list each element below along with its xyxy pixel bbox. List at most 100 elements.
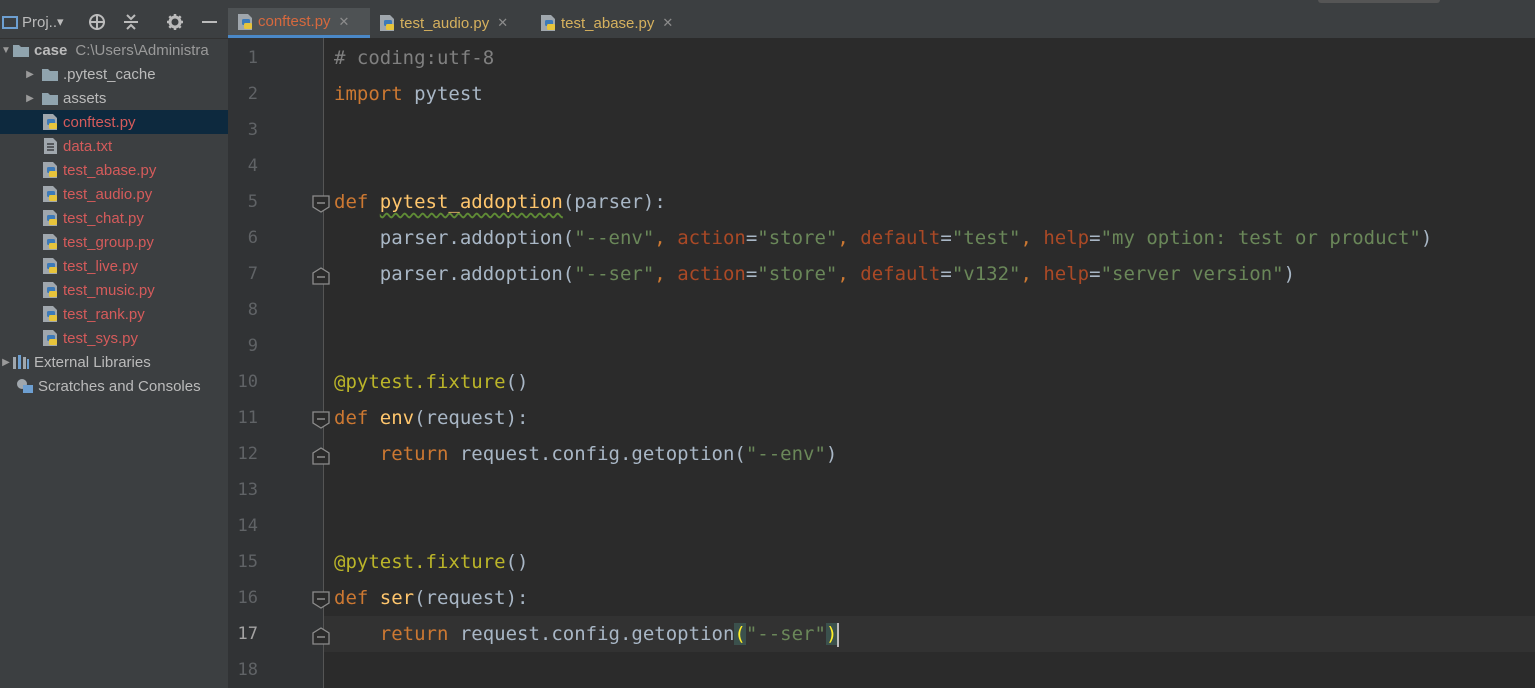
- tree-item-label: case: [34, 41, 68, 59]
- line-number: 1: [247, 48, 258, 68]
- tree-item-assets[interactable]: ▶ assets: [0, 86, 247, 110]
- python-file-icon: [236, 13, 254, 30]
- folder-icon: [41, 66, 59, 82]
- code-line-5[interactable]: def pytest_addoption(parser):: [334, 184, 666, 220]
- code-line-1[interactable]: # coding:utf-8: [334, 40, 494, 76]
- code-line-15[interactable]: @pytest.fixture(): [334, 544, 528, 580]
- tree-item-label: test_music.py: [63, 281, 155, 299]
- close-icon[interactable]: ✕: [662, 15, 673, 31]
- fold-collapse-icon[interactable]: [312, 195, 330, 213]
- folder-icon: [41, 90, 59, 106]
- line-number: 14: [237, 516, 258, 536]
- tab-conftest-py[interactable]: conftest.py ✕: [228, 8, 370, 38]
- fold-end-icon[interactable]: [312, 267, 330, 285]
- project-toolbar: Proj.. ▾: [0, 8, 228, 39]
- tree-item-label: test_chat.py: [63, 209, 144, 227]
- tree-item-test-music-py[interactable]: test_music.py: [0, 278, 247, 302]
- line-number: 5: [247, 192, 258, 212]
- crosshair-icon: [89, 14, 105, 30]
- tree-item-test-rank-py[interactable]: test_rank.py: [0, 302, 247, 326]
- line-number: 13: [237, 480, 258, 500]
- collapsed-arrow-icon[interactable]: ▶: [19, 93, 41, 104]
- tree-item-external-libraries[interactable]: ▶ External Libraries: [0, 350, 228, 374]
- line-number: 7: [247, 264, 258, 284]
- folder-icon: [12, 42, 30, 58]
- minimize-icon: [201, 21, 217, 23]
- line-number: 6: [247, 228, 258, 248]
- fold-collapse-icon[interactable]: [312, 591, 330, 609]
- collapsed-arrow-icon[interactable]: ▶: [19, 69, 41, 80]
- code-line-16[interactable]: def ser(request):: [334, 580, 529, 616]
- python-file-icon: [41, 234, 59, 250]
- fold-end-icon[interactable]: [312, 627, 330, 645]
- code-line-12[interactable]: return request.config.getoption("--env"): [334, 436, 838, 472]
- line-number: 4: [247, 156, 258, 176]
- line-number: 15: [237, 552, 258, 572]
- tree-item-label: Scratches and Consoles: [38, 377, 201, 395]
- collapse-all-button[interactable]: [118, 8, 144, 36]
- code-line-2[interactable]: import pytest: [334, 76, 483, 112]
- tree-item-test-live-py[interactable]: test_live.py: [0, 254, 247, 278]
- hide-panel-button[interactable]: [196, 8, 222, 36]
- tree-item-label: test_rank.py: [63, 305, 145, 323]
- tree-item-label: test_group.py: [63, 233, 154, 251]
- project-path: C:\Users\Administra: [75, 41, 209, 59]
- code-line-17-current[interactable]: return request.config.getoption("--ser"): [324, 616, 1535, 652]
- tree-item-test-group-py[interactable]: test_group.py: [0, 230, 247, 254]
- fold-collapse-icon[interactable]: [312, 411, 330, 429]
- tree-item-test-sys-py[interactable]: test_sys.py: [0, 326, 247, 350]
- line-number: 10: [237, 372, 258, 392]
- tree-item-pytest-cache[interactable]: ▶ .pytest_cache: [0, 62, 247, 86]
- fold-end-icon[interactable]: [312, 447, 330, 465]
- text-file-icon: [41, 138, 59, 154]
- code-editor[interactable]: 1 2 3 4 5 6 7 8 9 10 11 12 13 14 15 16 17 18 # coding:utf…: [228, 38, 1535, 688]
- code-line-11[interactable]: def env(request):: [334, 400, 529, 436]
- tree-item-test-chat-py[interactable]: test_chat.py: [0, 206, 247, 230]
- tab-label: test_audio.py: [400, 14, 490, 32]
- code-line-10[interactable]: @pytest.fixture(): [334, 364, 528, 400]
- tree-item-label: test_live.py: [63, 257, 139, 275]
- python-file-icon: [539, 15, 557, 31]
- settings-button[interactable]: [162, 8, 188, 36]
- locate-button[interactable]: [84, 8, 110, 36]
- tree-item-data-txt[interactable]: data.txt: [0, 134, 247, 158]
- scratches-icon: [16, 378, 34, 394]
- line-number: 17: [237, 624, 258, 644]
- code-line-7[interactable]: parser.addoption("--ser", action="store"…: [334, 256, 1295, 292]
- python-file-icon: [41, 306, 59, 322]
- tree-item-label: data.txt: [63, 137, 113, 155]
- line-number: 18: [237, 660, 258, 680]
- line-number: 2: [247, 84, 258, 104]
- close-icon[interactable]: ✕: [339, 14, 350, 30]
- tree-item-test-abase-py[interactable]: test_abase.py: [0, 158, 247, 182]
- line-number: 11: [237, 408, 258, 428]
- expanded-arrow-icon[interactable]: ▼: [0, 45, 12, 56]
- collapsed-arrow-icon[interactable]: ▶: [0, 357, 12, 368]
- editor-tab-bar: conftest.py ✕ test_audio.py ✕ test_abase.py ✕: [228, 8, 1535, 39]
- tree-item-label: .pytest_cache: [63, 65, 156, 83]
- tree-item-case[interactable]: ▼ case C:\Users\Administra: [0, 38, 228, 62]
- search-box-edge[interactable]: [1318, 0, 1440, 3]
- python-file-icon: [41, 210, 59, 226]
- tree-item-label: test_abase.py: [63, 161, 157, 179]
- python-file-icon: [41, 258, 59, 274]
- close-icon[interactable]: ✕: [497, 15, 508, 31]
- tree-item-conftest-py[interactable]: conftest.py: [0, 110, 247, 134]
- python-file-icon: [41, 162, 59, 178]
- tree-item-test-audio-py[interactable]: test_audio.py: [0, 182, 247, 206]
- tree-item-label: assets: [63, 89, 107, 107]
- code-line-6[interactable]: parser.addoption("--env", action="store"…: [334, 220, 1433, 256]
- library-icon: [12, 354, 30, 370]
- tree-item-label: test_sys.py: [63, 329, 139, 347]
- python-file-icon: [41, 186, 59, 202]
- window-top-strip: [0, 0, 1535, 8]
- tab-test-audio-py[interactable]: test_audio.py ✕: [370, 8, 531, 38]
- project-view-selector[interactable]: Proj.. ▾: [2, 8, 74, 36]
- line-number: 12: [237, 444, 258, 464]
- tree-item-label: External Libraries: [34, 353, 151, 371]
- project-icon: [2, 15, 18, 29]
- tab-label: conftest.py: [258, 13, 331, 30]
- line-number: 9: [247, 336, 258, 356]
- tree-item-scratches-and-consoles[interactable]: Scratches and Consoles: [0, 374, 228, 398]
- tab-test-abase-py[interactable]: test_abase.py ✕: [531, 8, 687, 38]
